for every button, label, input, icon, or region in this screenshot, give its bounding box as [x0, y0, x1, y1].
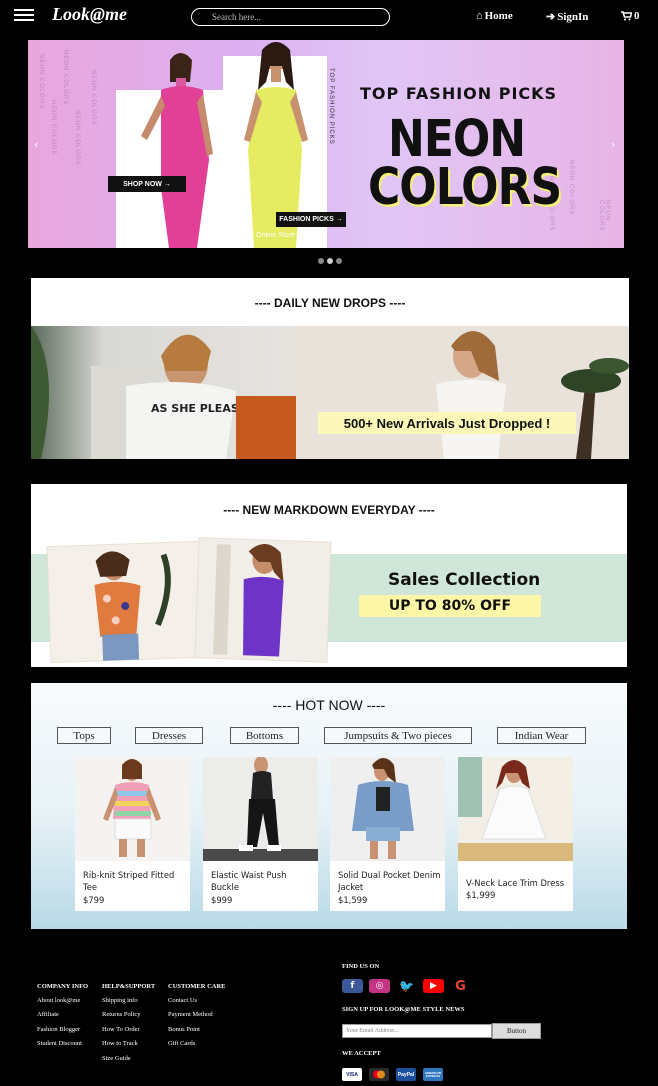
sales-collection-photos [46, 537, 332, 664]
product-price: $799 [83, 895, 105, 905]
hero-subtitle: TOP FASHION PICKS [360, 84, 558, 103]
footer-link[interactable]: Bonus Point [168, 1026, 200, 1033]
cart-icon [621, 11, 632, 21]
daily-drops-banner[interactable]: AS SHE PLEASE [31, 326, 629, 459]
product-name: Solid Dual Pocket Denim Jacket [338, 870, 441, 892]
google-icon[interactable]: G [450, 979, 471, 994]
signin-icon: ➔ [546, 11, 556, 23]
footer-link[interactable]: Student Discount [37, 1040, 82, 1047]
new-arrivals-banner: 500+ New Arrivals Just Dropped ! [318, 412, 576, 434]
footer-link[interactable]: Shipping info [102, 997, 138, 1004]
daily-new-drops-section: ---- DAILY NEW DROPS ---- AS SHE PLEASE … [31, 278, 629, 459]
footer-link[interactable]: Payment Method [168, 1011, 213, 1018]
carousel-dot[interactable] [318, 258, 324, 264]
mastercard-icon [369, 1068, 389, 1081]
tab-bottoms[interactable]: Bottoms [230, 727, 299, 744]
newsletter-heading: SIGN UP FOR LOOK@ME STYLE NEWS [342, 1006, 465, 1013]
hero-side-text: NEON COLORS [568, 160, 574, 216]
carousel-dot[interactable] [327, 258, 333, 264]
paypal-icon: PayPal [396, 1068, 416, 1081]
product-price: $999 [211, 895, 233, 905]
product-card[interactable]: Elastic Waist Push Buckle $999 [203, 757, 318, 911]
hero-caption: Online Store [256, 232, 295, 239]
footer-link[interactable]: Returns Policy [102, 1011, 140, 1018]
hero-model-pink-dress [141, 53, 213, 248]
footer-link[interactable]: Gift Cards [168, 1040, 195, 1047]
site-logo[interactable]: Look@me [52, 4, 127, 25]
hamburger-menu-icon[interactable] [14, 9, 34, 23]
instagram-icon[interactable]: ◎ [369, 979, 390, 993]
product-card[interactable]: V-Neck Lace Trim Dress $1,999 [458, 757, 573, 911]
daily-drops-illustration: AS SHE PLEASE [31, 326, 629, 459]
cart-link[interactable]: 0 [621, 10, 640, 22]
hero-title-line2: COLORS [368, 158, 562, 217]
product-card[interactable]: Rib-knit Striped Fitted Tee $799 [75, 757, 190, 911]
footer-help-heading: HELP&SUPPORT [102, 983, 156, 990]
signin-link[interactable]: ➔ SignIn [546, 10, 588, 24]
footer-link[interactable]: How To Order [102, 1026, 140, 1033]
section-heading: ---- DAILY NEW DROPS ---- [254, 296, 406, 310]
twitter-icon[interactable]: 🐦 [396, 979, 417, 993]
section-heading: ---- HOT NOW ---- [272, 697, 386, 713]
hero-side-text: NEON COLORS [50, 100, 56, 156]
visa-icon: VISA [342, 1068, 362, 1081]
section-heading: ---- NEW MARKDOWN EVERYDAY ---- [223, 503, 435, 517]
hero-side-text: NEON COLORS [90, 70, 96, 126]
footer-link[interactable]: How to Track [102, 1040, 138, 1047]
tab-indian-wear[interactable]: Indian Wear [497, 727, 586, 744]
footer-care-heading: CUSTOMER CARE [168, 983, 226, 990]
product-card[interactable]: Solid Dual Pocket Denim Jacket $1,599 [330, 757, 445, 911]
product-image [458, 757, 573, 861]
footer-link[interactable]: Fashion Blogger [37, 1026, 80, 1033]
sales-collection-title: Sales Collection [388, 570, 541, 590]
product-name: V-Neck Lace Trim Dress [466, 878, 565, 888]
product-price: $1,599 [338, 895, 368, 905]
footer-link[interactable]: About look@me [37, 997, 80, 1004]
facebook-icon[interactable]: f [342, 979, 363, 993]
newsletter-submit-button[interactable]: Button [492, 1023, 541, 1039]
product-image [330, 757, 445, 861]
footer-link[interactable]: Size Guide [102, 1055, 131, 1062]
shirt-graphic-text: AS SHE PLEASE [151, 402, 246, 415]
we-accept-heading: WE ACCEPT [342, 1050, 381, 1057]
markdown-section: ---- NEW MARKDOWN EVERYDAY ---- Sales Co… [31, 484, 627, 667]
carousel-next-icon[interactable]: › [611, 138, 615, 151]
discount-tag: UP TO 80% OFF [359, 595, 541, 617]
tab-tops[interactable]: Tops [57, 727, 111, 744]
fashion-picks-button[interactable]: FASHION PICKS → [276, 212, 346, 227]
carousel-indicators [318, 258, 342, 264]
navbar: Look@me ⌂Home ➔SignIn 0 [0, 0, 658, 34]
product-image [203, 757, 318, 861]
cart-count: 0 [634, 10, 640, 22]
youtube-icon[interactable]: ▶ [423, 979, 444, 993]
product-name: Rib-knit Striped Fitted Tee [83, 870, 175, 892]
footer-link[interactable]: Affiliate [37, 1011, 59, 1018]
product-price: $1,999 [466, 890, 496, 900]
product-name: Elastic Waist Push Buckle [211, 870, 287, 892]
hero-side-text: NEON COLORS [74, 110, 80, 166]
tab-jumpsuits[interactable]: Jumpsuits & Two pieces [324, 727, 472, 744]
tab-dresses[interactable]: Dresses [135, 727, 203, 744]
home-link[interactable]: ⌂ Home [476, 10, 513, 22]
find-us-heading: FIND US ON [342, 963, 380, 970]
footer-link[interactable]: Contact Us [168, 997, 197, 1004]
product-image [75, 757, 190, 861]
hot-now-section: ---- HOT NOW ---- Tops Dresses Bottoms J… [31, 683, 627, 929]
search-input[interactable] [191, 8, 390, 26]
hero-side-text: NEON COLORS [62, 50, 68, 106]
newsletter-email-input[interactable] [342, 1024, 492, 1038]
shop-now-button[interactable]: SHOP NOW → [108, 176, 186, 192]
hero-vertical-caption: TOP FASHION PICKS [328, 68, 334, 145]
carousel-dot[interactable] [336, 258, 342, 264]
hero-side-text: NEON COLORS [598, 200, 610, 232]
amex-icon: AMERICAN EXPRESS [423, 1068, 443, 1081]
hero-carousel[interactable]: NEON COLORS NEON COLORS NEON COLORS NEON… [28, 40, 624, 248]
carousel-prev-icon[interactable]: ‹ [34, 138, 38, 151]
home-icon: ⌂ [476, 10, 483, 22]
footer-company-heading: COMPANY INFO [37, 983, 89, 990]
hero-side-text: NEON COLORS [38, 54, 44, 110]
